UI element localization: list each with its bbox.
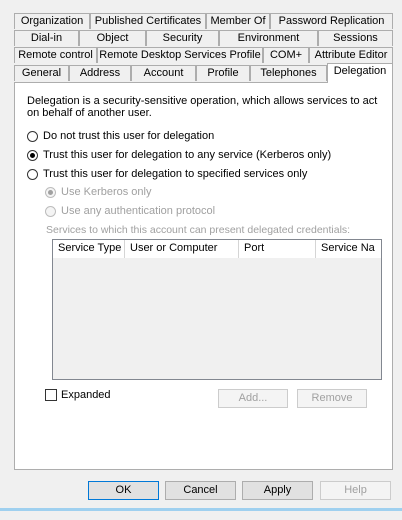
radio-do-not-trust[interactable] bbox=[27, 131, 38, 142]
tab-remote-desktop-services-profile[interactable]: Remote Desktop Services Profile bbox=[97, 47, 263, 63]
cancel-button[interactable]: Cancel bbox=[165, 481, 236, 500]
tab-telephones[interactable]: Telephones bbox=[250, 65, 327, 81]
tab-row-4: General Address Account Profile Telephon… bbox=[14, 63, 393, 83]
ok-button[interactable]: OK bbox=[88, 481, 159, 500]
tab-row-3: Remote control Remote Desktop Services P… bbox=[14, 47, 393, 64]
tab-remote-control[interactable]: Remote control bbox=[14, 47, 97, 63]
column-service-name[interactable]: Service Na bbox=[316, 240, 381, 258]
tab-row-2: Dial-in Object Security Environment Sess… bbox=[14, 30, 393, 47]
apply-button[interactable]: Apply bbox=[242, 481, 313, 500]
add-button[interactable]: Add... bbox=[218, 389, 288, 408]
delegation-description: Delegation is a security-sensitive opera… bbox=[27, 95, 378, 119]
radio-use-any-protocol[interactable] bbox=[45, 206, 56, 217]
label-trust-any-service: Trust this user for delegation to any se… bbox=[43, 149, 332, 161]
tab-organization[interactable]: Organization bbox=[14, 13, 90, 29]
tab-general[interactable]: General bbox=[14, 65, 69, 81]
column-user-or-computer[interactable]: User or Computer bbox=[125, 240, 239, 258]
remove-button[interactable]: Remove bbox=[297, 389, 367, 408]
tab-password-replication[interactable]: Password Replication bbox=[270, 13, 393, 29]
label-use-kerberos-only: Use Kerberos only bbox=[61, 186, 152, 198]
tab-attribute-editor[interactable]: Attribute Editor bbox=[309, 47, 393, 63]
column-service-type[interactable]: Service Type bbox=[53, 240, 125, 258]
radio-use-kerberos-only[interactable] bbox=[45, 187, 56, 198]
tab-dial-in[interactable]: Dial-in bbox=[14, 30, 79, 46]
label-trust-specified-services: Trust this user for delegation to specif… bbox=[43, 168, 308, 180]
label-do-not-trust: Do not trust this user for delegation bbox=[43, 130, 215, 142]
tab-row-1: Organization Published Certificates Memb… bbox=[14, 13, 393, 30]
tab-com-plus[interactable]: COM+ bbox=[263, 47, 309, 63]
tab-delegation[interactable]: Delegation bbox=[327, 63, 393, 83]
radio-trust-specified-services[interactable] bbox=[27, 169, 38, 180]
tab-object[interactable]: Object bbox=[79, 30, 146, 46]
tab-address[interactable]: Address bbox=[69, 65, 131, 81]
tab-account[interactable]: Account bbox=[131, 65, 196, 81]
expanded-label: Expanded bbox=[61, 389, 111, 401]
tab-published-certificates[interactable]: Published Certificates bbox=[90, 13, 206, 29]
radio-trust-any-service[interactable] bbox=[27, 150, 38, 161]
label-use-any-protocol: Use any authentication protocol bbox=[61, 205, 216, 217]
help-button[interactable]: Help bbox=[320, 481, 391, 500]
accent-bar bbox=[0, 508, 402, 511]
tab-environment[interactable]: Environment bbox=[219, 30, 318, 46]
tab-security[interactable]: Security bbox=[146, 30, 219, 46]
tab-member-of[interactable]: Member Of bbox=[206, 13, 270, 29]
expanded-checkbox[interactable] bbox=[45, 389, 57, 401]
services-list[interactable]: Service Type User or Computer Port Servi… bbox=[52, 239, 382, 380]
delegation-panel: Delegation is a security-sensitive opera… bbox=[14, 82, 393, 470]
services-list-label: Services to which this account can prese… bbox=[46, 224, 351, 236]
tab-sessions[interactable]: Sessions bbox=[318, 30, 393, 46]
column-port[interactable]: Port bbox=[239, 240, 316, 258]
tab-profile[interactable]: Profile bbox=[196, 65, 250, 81]
